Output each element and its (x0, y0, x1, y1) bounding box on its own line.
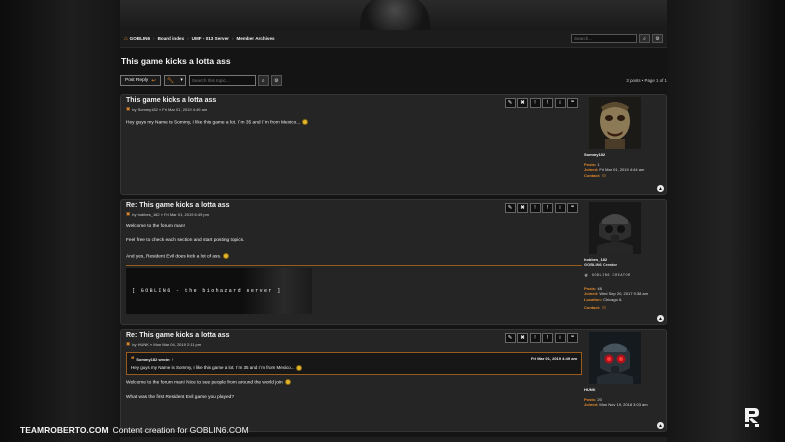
search-icon[interactable]: ⌕ (257, 75, 269, 86)
back-to-top-icon[interactable]: ▲ (657, 422, 664, 429)
smiley-icon (302, 119, 309, 125)
chevron-down-icon: ▾ (180, 78, 183, 83)
info-icon[interactable]: i (554, 98, 566, 108)
avatar[interactable] (589, 332, 641, 384)
report-icon[interactable]: ! (529, 203, 541, 213)
forum-container: ⌂ GOBLIN6 › Board index › UMF - 013 Serv… (120, 30, 667, 442)
post-profile: Sommy182 Posts: 1 Joined: Fri Mar 01, 20… (584, 97, 662, 178)
back-to-top-icon[interactable]: ▲ (657, 315, 664, 322)
teamroberto-logo-icon (745, 408, 759, 427)
smiley-icon (296, 365, 303, 371)
post-icon[interactable]: ▣ (126, 211, 130, 217)
username[interactable]: HUNK (584, 387, 662, 392)
info-icon[interactable]: i (554, 203, 566, 213)
joined-date: Wed Sep 20, 2017 9:38 am (599, 291, 648, 297)
breadcrumb-forum[interactable]: UMF - 013 Server (192, 36, 229, 41)
quote-block: ❝ Sommy182 wrote: ↑ Fri Mar 01, 2019 4:49… (126, 352, 582, 375)
post-content: Hey guys my Name is Sommy, I like this g… (126, 119, 582, 127)
topic-tools-button[interactable]: 🔧︎ ▾ (163, 75, 186, 86)
home-icon[interactable]: ⌂ (124, 36, 128, 42)
wrench-icon: 🔧︎ (166, 77, 174, 84)
gear-icon[interactable]: ⚙ (652, 34, 663, 43)
breadcrumb-subforum[interactable]: Member Archives (236, 36, 274, 41)
contact-icon[interactable]: 💬︎ (601, 305, 606, 310)
biohazard-icon: ☣ (584, 272, 589, 280)
watermark: TEAMROBERTO.COM Content creation for GOBL… (20, 425, 249, 435)
smiley-icon (284, 379, 291, 385)
quote-date: Fri Mar 01, 2019 4:49 am (530, 356, 577, 361)
reply-arrow-icon: ↩ (151, 77, 156, 84)
post-content: Welcome to the forum man! Nice to see pe… (126, 379, 582, 401)
post-meta: by hobbes_182 » Fri Mar 01, 2019 6:49 pm (132, 211, 209, 217)
post-buttons: ✎ ✖ ! ! i ❝ (503, 98, 578, 108)
smiley-icon (223, 252, 230, 259)
post-buttons: ✎ ✖ ! ! i ❝ (503, 203, 578, 213)
avatar[interactable] (589, 97, 641, 149)
signature-divider (126, 264, 582, 266)
username[interactable]: Sommy182 (584, 152, 662, 157)
contact-icon[interactable]: 💬︎ (601, 173, 606, 178)
post-icon[interactable]: ▣ (126, 106, 130, 112)
post-profile: HUNK Posts: 20 Joined: Mon Nov 19, 2018 … (584, 332, 662, 408)
pagination-info: 3 posts • Page 1 of 1 (626, 78, 667, 83)
signature-banner[interactable]: [ GOBLIN6 - the biohazard server ] (126, 267, 312, 314)
topic-search-input[interactable] (188, 75, 256, 86)
post-meta: by Sommy182 » Fri Mar 01, 2019 4:49 am (132, 106, 208, 112)
breadcrumb-bar: ⌂ GOBLIN6 › Board index › UMF - 013 Serv… (120, 30, 667, 48)
rank-image: ☣ GOBLIN6 CREATOR (584, 272, 631, 280)
avatar[interactable] (589, 202, 641, 254)
warn-icon[interactable]: ! (542, 333, 553, 343)
user-location: Chicago IL (603, 296, 623, 302)
post: This game kicks a lotta ass ▣ by Sommy182… (120, 94, 667, 195)
post-count[interactable]: 1 (597, 162, 599, 167)
edit-icon[interactable]: ✎ (504, 333, 516, 343)
search-icon[interactable]: ⌕ (639, 34, 650, 43)
post-count[interactable]: 48 (597, 286, 601, 291)
post-profile: hobbes_182 GOBLIN6 Creator ☣ GOBLIN6 CRE… (584, 202, 662, 311)
bottom-action-bar (120, 437, 667, 442)
post-buttons: ✎ ✖ ! ! i ❝ (503, 333, 578, 343)
info-icon[interactable]: i (554, 333, 566, 343)
report-icon[interactable]: ! (529, 333, 541, 343)
post-icon[interactable]: ▣ (126, 341, 130, 347)
post: Re: This game kicks a lotta ass ▣ by HUNK… (120, 329, 667, 432)
post: Re: This game kicks a lotta ass ▣ by hobb… (120, 199, 667, 325)
post-reply-button[interactable]: Post Reply ↩ (120, 75, 161, 86)
post-count[interactable]: 20 (597, 397, 601, 402)
breadcrumb-home[interactable]: GOBLIN6 (130, 36, 150, 41)
post-meta: by HUNK » Mon Mar 04, 2019 2:11 pm (132, 341, 202, 347)
warn-icon[interactable]: ! (542, 203, 553, 213)
site-header-banner (120, 0, 667, 30)
gear-icon[interactable]: ⚙ (270, 75, 282, 86)
edit-icon[interactable]: ✎ (504, 98, 516, 108)
breadcrumb-board-index[interactable]: Board index (158, 36, 185, 41)
quote-icon[interactable]: ❝ (567, 98, 578, 108)
delete-icon[interactable]: ✖ (517, 203, 528, 213)
report-icon[interactable]: ! (529, 98, 541, 108)
quote-icon: ❝ (131, 357, 135, 363)
user-rank: GOBLIN6 Creator (584, 262, 618, 267)
delete-icon[interactable]: ✖ (517, 333, 528, 343)
quote-icon[interactable]: ❝ (567, 333, 578, 343)
site-search: ⌕ ⚙ (571, 34, 663, 43)
delete-icon[interactable]: ✖ (517, 98, 528, 108)
background-right (667, 0, 785, 442)
page-title[interactable]: This game kicks a lotta ass (121, 56, 667, 66)
warn-icon[interactable]: ! (542, 98, 553, 108)
post-content: Welcome to the forum man! Feel free to c… (126, 224, 245, 260)
watermark-tagline: Content creation for GOBLIN6.COM (112, 425, 249, 435)
quote-icon[interactable]: ❝ (567, 203, 578, 213)
background-left (0, 0, 120, 442)
joined-date: Fri Mar 01, 2019 4:44 am (599, 167, 645, 173)
joined-date: Mon Nov 19, 2018 3:03 am (599, 402, 648, 408)
topic-action-bar: Post Reply ↩ 🔧︎ ▾ ⌕ ⚙ 3 posts • Page 1 o… (120, 75, 667, 86)
back-to-top-icon[interactable]: ▲ (657, 185, 664, 192)
site-search-input[interactable] (571, 34, 637, 43)
watermark-brand: TEAMROBERTO.COM (20, 425, 109, 435)
topic-search: ⌕ ⚙ (188, 75, 282, 86)
edit-icon[interactable]: ✎ (504, 203, 516, 213)
quote-author[interactable]: Sommy182 wrote: ↑ (136, 357, 173, 362)
